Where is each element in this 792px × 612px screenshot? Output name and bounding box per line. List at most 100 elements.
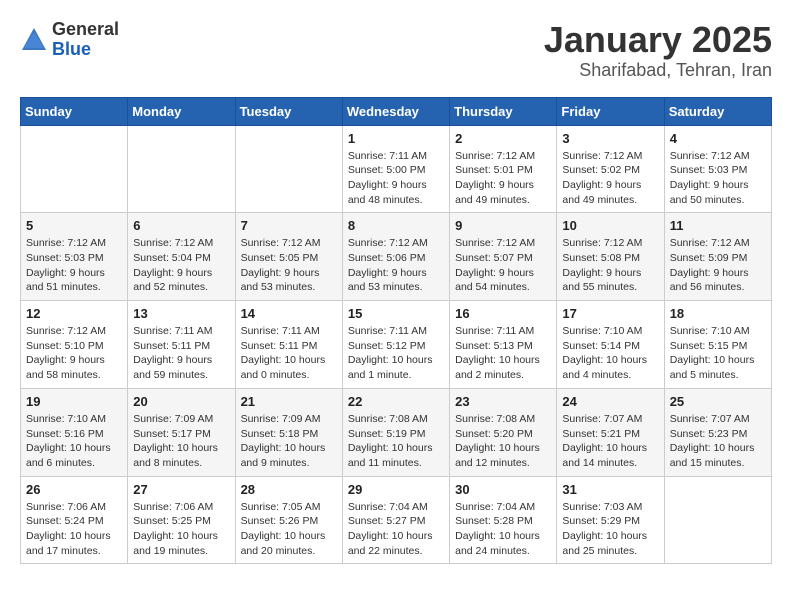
day-number: 13 bbox=[133, 306, 229, 321]
calendar-cell: 18 Sunrise: 7:10 AM Sunset: 5:15 PM Dayli… bbox=[664, 301, 771, 389]
calendar-cell: 12 Sunrise: 7:12 AM Sunset: 5:10 PM Dayli… bbox=[21, 301, 128, 389]
calendar-subtitle: Sharifabad, Tehran, Iran bbox=[544, 60, 772, 81]
calendar-header: SundayMondayTuesdayWednesdayThursdayFrid… bbox=[21, 97, 772, 125]
day-info: Sunrise: 7:12 AM Sunset: 5:09 PM Dayligh… bbox=[670, 236, 766, 295]
day-number: 31 bbox=[562, 482, 658, 497]
day-number: 28 bbox=[241, 482, 337, 497]
calendar-cell: 27 Sunrise: 7:06 AM Sunset: 5:25 PM Dayli… bbox=[128, 476, 235, 564]
calendar-cell: 15 Sunrise: 7:11 AM Sunset: 5:12 PM Dayli… bbox=[342, 301, 449, 389]
day-of-week-header: Tuesday bbox=[235, 97, 342, 125]
day-info: Sunrise: 7:10 AM Sunset: 5:14 PM Dayligh… bbox=[562, 324, 658, 383]
day-number: 18 bbox=[670, 306, 766, 321]
calendar-cell: 5 Sunrise: 7:12 AM Sunset: 5:03 PM Daylig… bbox=[21, 213, 128, 301]
day-info: Sunrise: 7:11 AM Sunset: 5:12 PM Dayligh… bbox=[348, 324, 444, 383]
day-info: Sunrise: 7:12 AM Sunset: 5:04 PM Dayligh… bbox=[133, 236, 229, 295]
logo: General Blue bbox=[20, 20, 119, 60]
day-info: Sunrise: 7:08 AM Sunset: 5:19 PM Dayligh… bbox=[348, 412, 444, 471]
day-info: Sunrise: 7:06 AM Sunset: 5:24 PM Dayligh… bbox=[26, 500, 122, 559]
day-info: Sunrise: 7:06 AM Sunset: 5:25 PM Dayligh… bbox=[133, 500, 229, 559]
logo-general-text: General bbox=[52, 19, 119, 39]
calendar-cell: 8 Sunrise: 7:12 AM Sunset: 5:06 PM Daylig… bbox=[342, 213, 449, 301]
day-number: 2 bbox=[455, 131, 551, 146]
day-number: 26 bbox=[26, 482, 122, 497]
day-number: 10 bbox=[562, 218, 658, 233]
calendar-cell: 24 Sunrise: 7:07 AM Sunset: 5:21 PM Dayli… bbox=[557, 388, 664, 476]
day-info: Sunrise: 7:11 AM Sunset: 5:11 PM Dayligh… bbox=[241, 324, 337, 383]
day-number: 22 bbox=[348, 394, 444, 409]
calendar-week-row: 19 Sunrise: 7:10 AM Sunset: 5:16 PM Dayli… bbox=[21, 388, 772, 476]
day-info: Sunrise: 7:03 AM Sunset: 5:29 PM Dayligh… bbox=[562, 500, 658, 559]
day-number: 30 bbox=[455, 482, 551, 497]
calendar-cell: 9 Sunrise: 7:12 AM Sunset: 5:07 PM Daylig… bbox=[450, 213, 557, 301]
day-of-week-header: Saturday bbox=[664, 97, 771, 125]
calendar-cell: 6 Sunrise: 7:12 AM Sunset: 5:04 PM Daylig… bbox=[128, 213, 235, 301]
day-number: 17 bbox=[562, 306, 658, 321]
day-info: Sunrise: 7:12 AM Sunset: 5:03 PM Dayligh… bbox=[26, 236, 122, 295]
calendar-cell: 3 Sunrise: 7:12 AM Sunset: 5:02 PM Daylig… bbox=[557, 125, 664, 213]
day-info: Sunrise: 7:12 AM Sunset: 5:07 PM Dayligh… bbox=[455, 236, 551, 295]
day-info: Sunrise: 7:12 AM Sunset: 5:08 PM Dayligh… bbox=[562, 236, 658, 295]
calendar-cell: 14 Sunrise: 7:11 AM Sunset: 5:11 PM Dayli… bbox=[235, 301, 342, 389]
day-info: Sunrise: 7:10 AM Sunset: 5:15 PM Dayligh… bbox=[670, 324, 766, 383]
calendar-cell bbox=[21, 125, 128, 213]
calendar-cell: 30 Sunrise: 7:04 AM Sunset: 5:28 PM Dayli… bbox=[450, 476, 557, 564]
day-info: Sunrise: 7:09 AM Sunset: 5:17 PM Dayligh… bbox=[133, 412, 229, 471]
day-number: 20 bbox=[133, 394, 229, 409]
day-number: 1 bbox=[348, 131, 444, 146]
calendar-cell: 26 Sunrise: 7:06 AM Sunset: 5:24 PM Dayli… bbox=[21, 476, 128, 564]
calendar-cell: 22 Sunrise: 7:08 AM Sunset: 5:19 PM Dayli… bbox=[342, 388, 449, 476]
day-number: 11 bbox=[670, 218, 766, 233]
day-info: Sunrise: 7:12 AM Sunset: 5:05 PM Dayligh… bbox=[241, 236, 337, 295]
day-number: 8 bbox=[348, 218, 444, 233]
day-info: Sunrise: 7:04 AM Sunset: 5:28 PM Dayligh… bbox=[455, 500, 551, 559]
calendar-cell: 17 Sunrise: 7:10 AM Sunset: 5:14 PM Dayli… bbox=[557, 301, 664, 389]
logo-text: General Blue bbox=[52, 20, 119, 60]
day-number: 4 bbox=[670, 131, 766, 146]
calendar-cell: 10 Sunrise: 7:12 AM Sunset: 5:08 PM Dayli… bbox=[557, 213, 664, 301]
day-info: Sunrise: 7:10 AM Sunset: 5:16 PM Dayligh… bbox=[26, 412, 122, 471]
day-info: Sunrise: 7:04 AM Sunset: 5:27 PM Dayligh… bbox=[348, 500, 444, 559]
day-info: Sunrise: 7:09 AM Sunset: 5:18 PM Dayligh… bbox=[241, 412, 337, 471]
days-of-week-row: SundayMondayTuesdayWednesdayThursdayFrid… bbox=[21, 97, 772, 125]
day-number: 24 bbox=[562, 394, 658, 409]
calendar-cell bbox=[235, 125, 342, 213]
calendar-cell: 4 Sunrise: 7:12 AM Sunset: 5:03 PM Daylig… bbox=[664, 125, 771, 213]
calendar-cell: 11 Sunrise: 7:12 AM Sunset: 5:09 PM Dayli… bbox=[664, 213, 771, 301]
day-info: Sunrise: 7:08 AM Sunset: 5:20 PM Dayligh… bbox=[455, 412, 551, 471]
calendar-title: January 2025 bbox=[544, 20, 772, 60]
logo-blue-text: Blue bbox=[52, 39, 91, 59]
day-of-week-header: Thursday bbox=[450, 97, 557, 125]
day-info: Sunrise: 7:12 AM Sunset: 5:03 PM Dayligh… bbox=[670, 149, 766, 208]
day-number: 6 bbox=[133, 218, 229, 233]
calendar-cell: 21 Sunrise: 7:09 AM Sunset: 5:18 PM Dayli… bbox=[235, 388, 342, 476]
day-info: Sunrise: 7:11 AM Sunset: 5:11 PM Dayligh… bbox=[133, 324, 229, 383]
day-info: Sunrise: 7:07 AM Sunset: 5:21 PM Dayligh… bbox=[562, 412, 658, 471]
calendar-cell bbox=[128, 125, 235, 213]
calendar-cell: 19 Sunrise: 7:10 AM Sunset: 5:16 PM Dayli… bbox=[21, 388, 128, 476]
day-number: 25 bbox=[670, 394, 766, 409]
day-number: 15 bbox=[348, 306, 444, 321]
day-of-week-header: Sunday bbox=[21, 97, 128, 125]
title-area: January 2025 Sharifabad, Tehran, Iran bbox=[544, 20, 772, 81]
day-number: 9 bbox=[455, 218, 551, 233]
day-info: Sunrise: 7:12 AM Sunset: 5:02 PM Dayligh… bbox=[562, 149, 658, 208]
calendar-cell: 7 Sunrise: 7:12 AM Sunset: 5:05 PM Daylig… bbox=[235, 213, 342, 301]
calendar-cell bbox=[664, 476, 771, 564]
calendar-cell: 29 Sunrise: 7:04 AM Sunset: 5:27 PM Dayli… bbox=[342, 476, 449, 564]
day-number: 21 bbox=[241, 394, 337, 409]
day-number: 5 bbox=[26, 218, 122, 233]
calendar-cell: 25Sunrise: 7:07 AM Sunset: 5:23 PM Dayli… bbox=[664, 388, 771, 476]
day-number: 3 bbox=[562, 131, 658, 146]
calendar-body: 1Sunrise: 7:11 AM Sunset: 5:00 PM Daylig… bbox=[21, 125, 772, 564]
day-of-week-header: Monday bbox=[128, 97, 235, 125]
day-number: 7 bbox=[241, 218, 337, 233]
day-number: 27 bbox=[133, 482, 229, 497]
day-number: 19 bbox=[26, 394, 122, 409]
day-number: 12 bbox=[26, 306, 122, 321]
day-info: Sunrise: 7:12 AM Sunset: 5:10 PM Dayligh… bbox=[26, 324, 122, 383]
day-number: 29 bbox=[348, 482, 444, 497]
calendar-cell: 23Sunrise: 7:08 AM Sunset: 5:20 PM Dayli… bbox=[450, 388, 557, 476]
calendar-cell: 1Sunrise: 7:11 AM Sunset: 5:00 PM Daylig… bbox=[342, 125, 449, 213]
day-number: 14 bbox=[241, 306, 337, 321]
day-info: Sunrise: 7:12 AM Sunset: 5:06 PM Dayligh… bbox=[348, 236, 444, 295]
